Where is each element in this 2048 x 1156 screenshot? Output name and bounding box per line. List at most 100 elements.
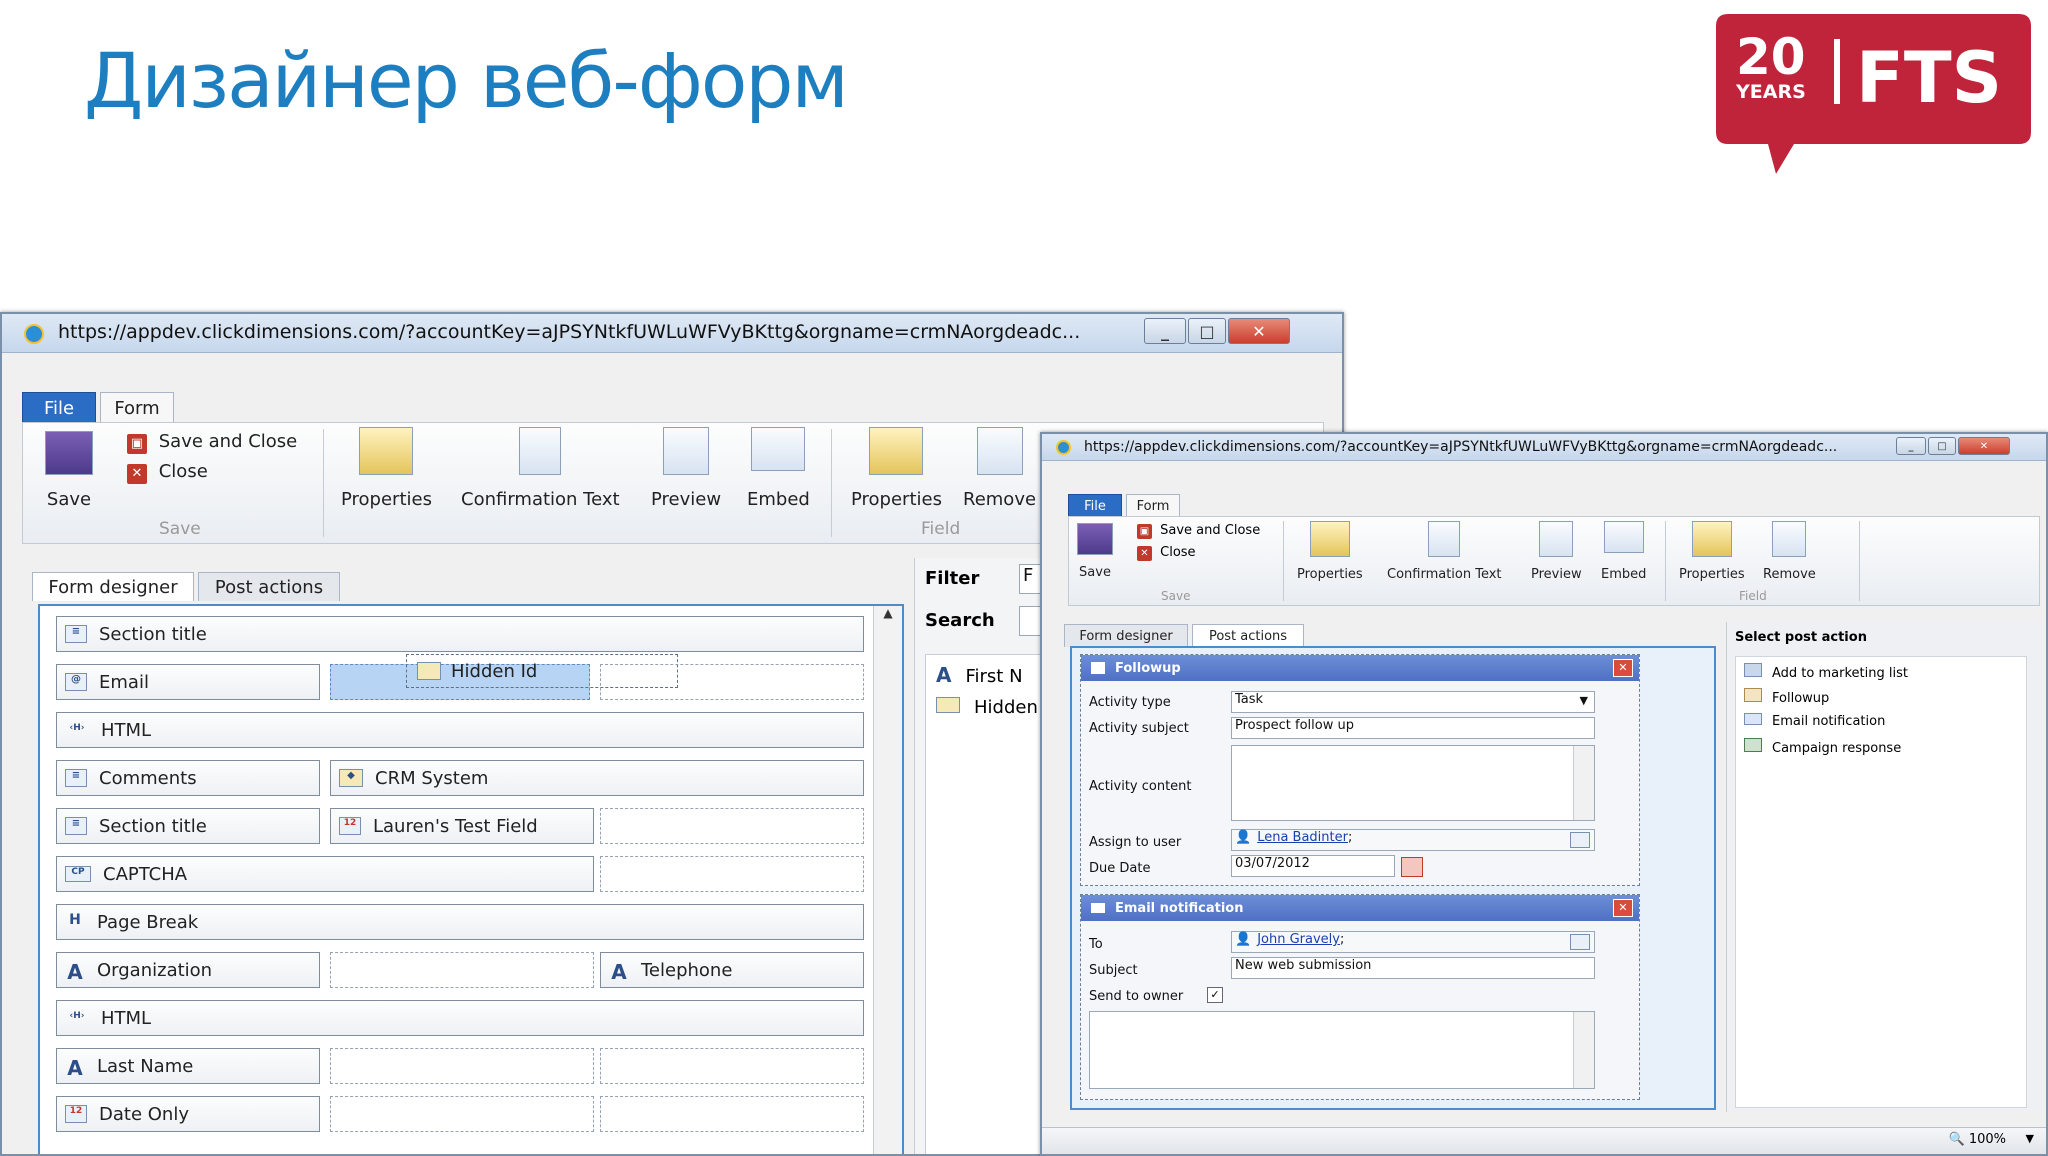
save-and-close-button[interactable]: ▣ Save and Close <box>127 431 297 454</box>
maximize-icon[interactable]: □ <box>1188 318 1226 344</box>
to-lookup[interactable]: 👤 John Gravely; <box>1231 931 1595 953</box>
field-properties-icon <box>1691 521 1732 557</box>
scroll-up-icon[interactable]: ▲ <box>874 606 902 628</box>
tab-post-actions[interactable]: Post actions <box>198 572 340 601</box>
last-name-field[interactable]: A Last Name <box>56 1048 320 1084</box>
section-title-field[interactable]: ≡ Section title <box>56 616 864 652</box>
empty-slot[interactable] <box>330 1048 594 1084</box>
tab-form[interactable]: Form <box>1126 494 1180 517</box>
chevron-down-icon[interactable]: ▼ <box>2026 1132 2034 1145</box>
empty-slot[interactable] <box>600 1096 864 1132</box>
empty-slot[interactable] <box>330 952 594 988</box>
remove-button[interactable]: Remove <box>963 427 1036 510</box>
embed-icon <box>1603 521 1644 553</box>
captcha-field[interactable]: CP CAPTCHA <box>56 856 594 892</box>
remove-button[interactable]: Remove <box>1763 521 1816 582</box>
properties-button[interactable]: Properties <box>341 427 432 510</box>
save-button[interactable]: Save <box>1077 523 1113 580</box>
close-button[interactable]: ✕ Close <box>127 461 208 484</box>
save-and-close-button[interactable]: ▣ Save and Close <box>1137 523 1260 539</box>
textarea-scrollbar[interactable] <box>1573 1012 1594 1088</box>
remove-label: Remove <box>1763 567 1816 582</box>
field-properties-button[interactable]: Properties <box>1679 521 1745 582</box>
back-url[interactable]: https://appdev.clickdimensions.com/?acco… <box>58 321 1138 343</box>
remove-email-notification-icon[interactable]: ✕ <box>1613 899 1633 917</box>
field-properties-icon <box>869 427 924 475</box>
tab-post-actions[interactable]: Post actions <box>1192 624 1304 647</box>
organization-field[interactable]: A Organization <box>56 952 320 988</box>
zoom-value: 100% <box>1968 1132 2006 1147</box>
html-field-2[interactable]: ‹H› HTML <box>56 1000 864 1036</box>
remove-followup-icon[interactable]: ✕ <box>1613 659 1633 677</box>
email-icon <box>1744 713 1762 725</box>
group-field-label: Field <box>921 519 961 539</box>
html-field[interactable]: ‹H› HTML <box>56 712 864 748</box>
calendar-icon[interactable] <box>1401 857 1423 877</box>
empty-slot[interactable] <box>600 664 864 700</box>
list-item[interactable]: Campaign response <box>1744 738 1901 756</box>
save-button[interactable]: Save <box>45 431 93 510</box>
tab-form-designer[interactable]: Form designer <box>32 572 194 601</box>
section-title-field-2[interactable]: ≡ Section title <box>56 808 320 844</box>
laurens-test-field[interactable]: 12 Lauren's Test Field <box>330 808 594 844</box>
subject-input[interactable]: New web submission <box>1231 957 1595 979</box>
front-window-controls: _ □ ✕ <box>1894 437 2010 455</box>
date-only-field[interactable]: 12 Date Only <box>56 1096 320 1132</box>
assign-user-value[interactable]: Lena Badinter <box>1257 830 1348 845</box>
empty-slot[interactable] <box>600 808 864 844</box>
close-button[interactable]: ✕ Close <box>1137 545 1196 561</box>
preview-button[interactable]: Preview <box>651 427 721 510</box>
empty-slot[interactable] <box>330 1096 594 1132</box>
field-label: Lauren's Test Field <box>373 815 538 837</box>
minimize-icon[interactable]: _ <box>1144 318 1186 344</box>
page-break-field[interactable]: H Page Break <box>56 904 864 940</box>
due-date-input[interactable]: 03/07/2012 <box>1231 855 1395 877</box>
field-label: HTML <box>101 719 152 741</box>
embed-button[interactable]: Embed <box>747 427 810 510</box>
lookup-icon[interactable] <box>1570 934 1590 950</box>
lookup-icon[interactable] <box>1570 832 1590 848</box>
vertical-scrollbar[interactable]: ▲ <box>873 606 902 1154</box>
assign-user-lookup[interactable]: 👤 Lena Badinter; <box>1231 829 1595 851</box>
crm-system-field[interactable]: ◆ CRM System <box>330 760 864 796</box>
marketing-list-icon <box>1744 663 1762 677</box>
embed-label: Embed <box>747 489 810 510</box>
list-item[interactable]: Hidden <box>936 697 1038 718</box>
tab-form-designer[interactable]: Form designer <box>1064 624 1188 647</box>
tab-file[interactable]: File <box>1068 494 1122 517</box>
email-body-textarea[interactable] <box>1089 1011 1595 1089</box>
to-value[interactable]: John Gravely <box>1257 932 1340 947</box>
send-owner-checkbox[interactable]: ✓ <box>1207 987 1223 1003</box>
list-item[interactable]: A First N <box>936 663 1023 687</box>
confirmation-text-button[interactable]: Confirmation Text <box>461 427 620 510</box>
properties-button[interactable]: Properties <box>1297 521 1363 582</box>
telephone-field[interactable]: A Telephone <box>600 952 864 988</box>
embed-button[interactable]: Embed <box>1601 521 1646 582</box>
activity-content-textarea[interactable] <box>1231 745 1595 821</box>
field-properties-button[interactable]: Properties <box>851 427 942 510</box>
list-item[interactable]: Email notification <box>1744 713 1885 729</box>
comments-field[interactable]: ≡ Comments <box>56 760 320 796</box>
empty-slot[interactable] <box>600 856 864 892</box>
email-field[interactable]: @ Email <box>56 664 320 700</box>
front-url[interactable]: https://appdev.clickdimensions.com/?acco… <box>1084 439 1932 455</box>
list-item[interactable]: Add to marketing list <box>1744 663 1908 681</box>
tab-file[interactable]: File <box>22 392 96 423</box>
tab-form[interactable]: Form <box>100 392 174 423</box>
close-icon[interactable]: ✕ <box>1228 318 1290 344</box>
activity-type-select[interactable]: Task ▼ <box>1231 691 1595 713</box>
maximize-icon[interactable]: □ <box>1928 437 1956 455</box>
list-item[interactable]: Followup <box>1744 688 1829 706</box>
subject-label: Subject <box>1089 963 1138 978</box>
field-label: HTML <box>101 1007 152 1029</box>
preview-label: Preview <box>1531 567 1582 582</box>
preview-button[interactable]: Preview <box>1531 521 1582 582</box>
zoom-control[interactable]: 🔍 100% <box>1949 1132 2007 1147</box>
close-icon[interactable]: ✕ <box>1958 437 2010 455</box>
empty-slot[interactable] <box>600 1048 864 1084</box>
textarea-scrollbar[interactable] <box>1573 746 1594 820</box>
checkmark-icon: ✓ <box>1210 988 1220 1001</box>
activity-subject-input[interactable]: Prospect follow up <box>1231 717 1595 739</box>
confirmation-text-button[interactable]: Confirmation Text <box>1387 521 1502 582</box>
minimize-icon[interactable]: _ <box>1896 437 1926 455</box>
